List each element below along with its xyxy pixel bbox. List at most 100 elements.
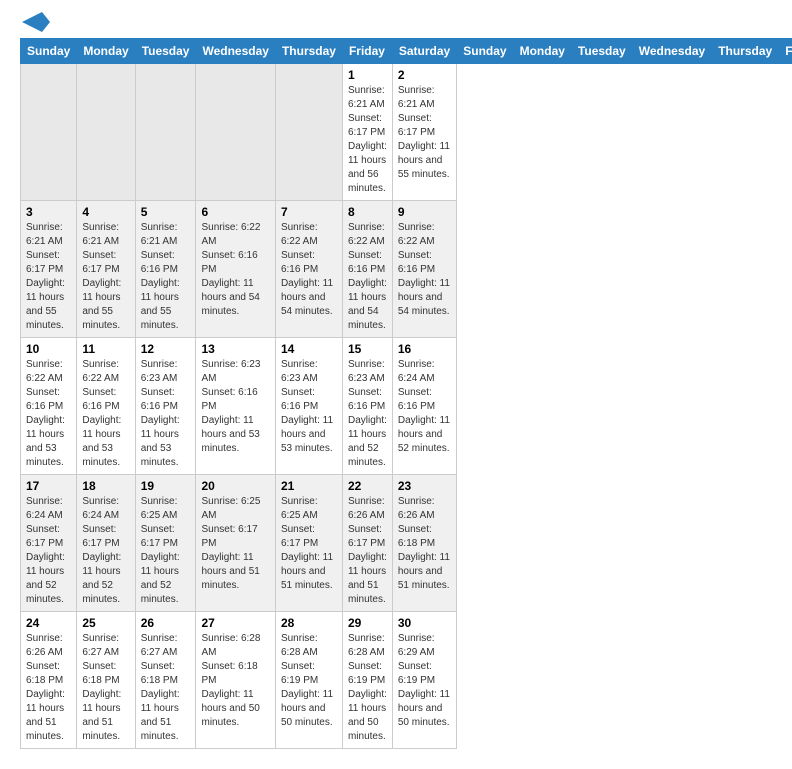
day-number: 6 [201, 205, 269, 219]
day-info: Sunrise: 6:21 AM Sunset: 6:16 PM Dayligh… [141, 221, 191, 333]
weekday-header-monday: Monday [513, 39, 571, 64]
day-info: Sunrise: 6:21 AM Sunset: 6:17 PM Dayligh… [26, 221, 71, 333]
calendar-cell: 23Sunrise: 6:26 AM Sunset: 6:18 PM Dayli… [392, 475, 456, 612]
day-number: 23 [398, 479, 451, 493]
day-number: 3 [26, 205, 71, 219]
calendar-cell: 12Sunrise: 6:23 AM Sunset: 6:16 PM Dayli… [135, 338, 196, 475]
calendar-cell: 16Sunrise: 6:24 AM Sunset: 6:16 PM Dayli… [392, 338, 456, 475]
day-number: 29 [348, 616, 387, 630]
weekday-header-thursday: Thursday [712, 39, 779, 64]
calendar-cell: 24 Sunrise: 6:26 AM Sunset: 6:18 PM Dayli… [21, 612, 77, 749]
calendar-week-row: 17 Sunrise: 6:24 AM Sunset: 6:17 PM Dayli… [21, 475, 792, 612]
day-info: Sunrise: 6:28 AM Sunset: 6:18 PM Dayligh… [201, 632, 269, 730]
day-info: Sunrise: 6:21 AM Sunset: 6:17 PM Dayligh… [82, 221, 129, 333]
day-number: 17 [26, 479, 71, 493]
header-friday: Friday [342, 39, 392, 64]
calendar-cell: 6Sunrise: 6:22 AM Sunset: 6:16 PM Daylig… [196, 201, 275, 338]
header-sunday: Sunday [21, 39, 77, 64]
day-info: Sunrise: 6:22 AM Sunset: 6:16 PM Dayligh… [26, 358, 71, 470]
calendar-cell: 5 Sunrise: 6:21 AM Sunset: 6:16 PM Daylig… [135, 201, 196, 338]
logo-arrow-icon [22, 12, 50, 32]
day-info: Sunrise: 6:23 AM Sunset: 6:16 PM Dayligh… [201, 358, 269, 456]
day-info: Sunrise: 6:22 AM Sunset: 6:16 PM Dayligh… [348, 221, 387, 333]
day-number: 14 [281, 342, 337, 356]
day-info: Sunrise: 6:23 AM Sunset: 6:16 PM Dayligh… [281, 358, 337, 456]
day-number: 15 [348, 342, 387, 356]
day-number: 28 [281, 616, 337, 630]
day-number: 7 [281, 205, 337, 219]
page-header [20, 10, 772, 32]
calendar-cell: 3 Sunrise: 6:21 AM Sunset: 6:17 PM Daylig… [21, 201, 77, 338]
day-number: 24 [26, 616, 71, 630]
calendar-cell: 14 Sunrise: 6:23 AM Sunset: 6:16 PM Dayli… [275, 338, 342, 475]
header-saturday: Saturday [392, 39, 456, 64]
calendar-cell: 10 Sunrise: 6:22 AM Sunset: 6:16 PM Dayli… [21, 338, 77, 475]
calendar-cell: 1 Sunrise: 6:21 AM Sunset: 6:17 PM Daylig… [342, 64, 392, 201]
day-number: 9 [398, 205, 451, 219]
calendar-cell [21, 64, 77, 201]
day-info: Sunrise: 6:25 AM Sunset: 6:17 PM Dayligh… [141, 495, 191, 607]
day-info: Sunrise: 6:25 AM Sunset: 6:17 PM Dayligh… [201, 495, 269, 593]
day-info: Sunrise: 6:29 AM Sunset: 6:19 PM Dayligh… [398, 632, 451, 730]
calendar-cell: 30 Sunrise: 6:29 AM Sunset: 6:19 PM Dayli… [392, 612, 456, 749]
day-info: Sunrise: 6:26 AM Sunset: 6:17 PM Dayligh… [348, 495, 387, 607]
day-number: 4 [82, 205, 129, 219]
calendar-cell: 2 Sunrise: 6:21 AM Sunset: 6:17 PM Daylig… [392, 64, 456, 201]
weekday-header-tuesday: Tuesday [571, 39, 632, 64]
calendar-cell: 20Sunrise: 6:25 AM Sunset: 6:17 PM Dayli… [196, 475, 275, 612]
day-info: Sunrise: 6:28 AM Sunset: 6:19 PM Dayligh… [348, 632, 387, 744]
day-info: Sunrise: 6:25 AM Sunset: 6:17 PM Dayligh… [281, 495, 337, 593]
calendar-cell: 8 Sunrise: 6:22 AM Sunset: 6:16 PM Daylig… [342, 201, 392, 338]
day-number: 22 [348, 479, 387, 493]
calendar-cell: 19 Sunrise: 6:25 AM Sunset: 6:17 PM Dayli… [135, 475, 196, 612]
calendar-cell [196, 64, 275, 201]
calendar-cell: 18 Sunrise: 6:24 AM Sunset: 6:17 PM Dayli… [77, 475, 135, 612]
calendar-cell: 22 Sunrise: 6:26 AM Sunset: 6:17 PM Dayli… [342, 475, 392, 612]
calendar-cell [135, 64, 196, 201]
day-info: Sunrise: 6:23 AM Sunset: 6:16 PM Dayligh… [141, 358, 191, 470]
day-number: 8 [348, 205, 387, 219]
day-number: 21 [281, 479, 337, 493]
day-number: 30 [398, 616, 451, 630]
calendar-week-row: 10 Sunrise: 6:22 AM Sunset: 6:16 PM Dayli… [21, 338, 792, 475]
day-number: 16 [398, 342, 451, 356]
day-info: Sunrise: 6:22 AM Sunset: 6:16 PM Dayligh… [82, 358, 129, 470]
calendar-cell: 7 Sunrise: 6:22 AM Sunset: 6:16 PM Daylig… [275, 201, 342, 338]
calendar-week-row: 1 Sunrise: 6:21 AM Sunset: 6:17 PM Daylig… [21, 64, 792, 201]
calendar-cell: 13 Sunrise: 6:23 AM Sunset: 6:16 PM Dayli… [196, 338, 275, 475]
day-info: Sunrise: 6:21 AM Sunset: 6:17 PM Dayligh… [398, 84, 451, 182]
day-number: 26 [141, 616, 191, 630]
day-number: 13 [201, 342, 269, 356]
day-number: 5 [141, 205, 191, 219]
day-info: Sunrise: 6:22 AM Sunset: 6:16 PM Dayligh… [398, 221, 451, 319]
calendar-cell [77, 64, 135, 201]
header-wednesday: Wednesday [196, 39, 275, 64]
calendar-header-row: SundayMondayTuesdayWednesdayThursdayFrid… [21, 39, 792, 64]
day-info: Sunrise: 6:22 AM Sunset: 6:16 PM Dayligh… [281, 221, 337, 319]
day-info: Sunrise: 6:23 AM Sunset: 6:16 PM Dayligh… [348, 358, 387, 470]
day-info: Sunrise: 6:24 AM Sunset: 6:17 PM Dayligh… [82, 495, 129, 607]
calendar-cell: 17 Sunrise: 6:24 AM Sunset: 6:17 PM Dayli… [21, 475, 77, 612]
day-info: Sunrise: 6:27 AM Sunset: 6:18 PM Dayligh… [141, 632, 191, 744]
day-number: 18 [82, 479, 129, 493]
calendar-cell: 4 Sunrise: 6:21 AM Sunset: 6:17 PM Daylig… [77, 201, 135, 338]
day-info: Sunrise: 6:26 AM Sunset: 6:18 PM Dayligh… [26, 632, 71, 744]
calendar-cell: 25 Sunrise: 6:27 AM Sunset: 6:18 PM Dayli… [77, 612, 135, 749]
day-number: 2 [398, 68, 451, 82]
weekday-header-wednesday: Wednesday [632, 39, 711, 64]
day-info: Sunrise: 6:24 AM Sunset: 6:17 PM Dayligh… [26, 495, 71, 607]
weekday-header-friday: Friday [779, 39, 792, 64]
header-tuesday: Tuesday [135, 39, 196, 64]
logo [20, 18, 50, 32]
day-number: 10 [26, 342, 71, 356]
day-number: 1 [348, 68, 387, 82]
day-number: 25 [82, 616, 129, 630]
calendar-cell: 29 Sunrise: 6:28 AM Sunset: 6:19 PM Dayli… [342, 612, 392, 749]
calendar-cell: 27Sunrise: 6:28 AM Sunset: 6:18 PM Dayli… [196, 612, 275, 749]
day-info: Sunrise: 6:27 AM Sunset: 6:18 PM Dayligh… [82, 632, 129, 744]
day-number: 19 [141, 479, 191, 493]
calendar-cell: 26 Sunrise: 6:27 AM Sunset: 6:18 PM Dayli… [135, 612, 196, 749]
calendar-cell: 28Sunrise: 6:28 AM Sunset: 6:19 PM Dayli… [275, 612, 342, 749]
weekday-header-sunday: Sunday [457, 39, 513, 64]
day-info: Sunrise: 6:21 AM Sunset: 6:17 PM Dayligh… [348, 84, 387, 196]
